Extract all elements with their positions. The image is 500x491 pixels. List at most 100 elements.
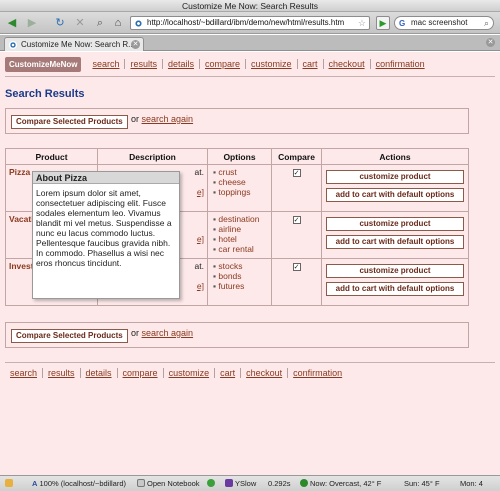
nav-divider [5, 76, 495, 77]
search-icon[interactable]: ⌕ [484, 17, 489, 29]
bottom-navigation: search results details compare customize… [5, 368, 347, 378]
popup-title: About Pizza [33, 172, 179, 184]
option-item: hotel [213, 234, 268, 244]
url-text: http://localhost/~bdillard/ibm/demo/new/… [147, 18, 345, 27]
tab-close-icon[interactable]: ✕ [131, 40, 140, 49]
nav-link-checkout[interactable]: checkout [322, 59, 370, 69]
about-product-popup: About Pizza Lorem ipsum dolor sit amet, … [32, 171, 180, 299]
nav-link-results[interactable]: results [42, 368, 80, 378]
brand-logo[interactable]: CustomizeMeNow [5, 56, 82, 72]
open-notebook[interactable]: Open Notebook [137, 476, 200, 491]
search-again-text: or search again [131, 328, 193, 338]
bookmark-star-icon[interactable]: ☆ [358, 17, 366, 29]
search-again-link-bottom[interactable]: search again [142, 328, 194, 338]
top-navigation: CustomizeMeNow search results details co… [5, 56, 430, 72]
url-input[interactable]: http://localhost/~bdillard/ibm/demo/new/… [130, 16, 370, 30]
nav-link-customize[interactable]: customize [162, 368, 215, 378]
nav-link-results[interactable]: results [124, 59, 162, 69]
home-icon[interactable]: ⌂ [110, 15, 126, 31]
weather-sun: Sun: 45° F [404, 479, 440, 488]
tab-favicon-icon [9, 41, 17, 49]
compare-bar-top: Compare Selected Products or search agai… [5, 108, 469, 134]
add-to-cart-button[interactable]: add to cart with default options [326, 188, 464, 202]
back-arrow-icon[interactable]: ◀ [4, 15, 20, 31]
yslow-icon [225, 479, 233, 487]
more-info-link[interactable]: e] [197, 187, 204, 197]
nav-link-search[interactable]: search [5, 368, 42, 378]
page-content: CustomizeMeNow search results details co… [0, 52, 500, 475]
load-time: 0.292s [268, 479, 291, 488]
compare-selected-button-bottom[interactable]: Compare Selected Products [11, 329, 128, 343]
close-tabs-icon[interactable]: ✕ [486, 38, 495, 47]
option-item: bonds [213, 271, 268, 281]
option-item: car rental [213, 244, 268, 254]
nav-link-confirmation[interactable]: confirmation [369, 59, 430, 69]
customize-product-button[interactable]: customize product [326, 264, 464, 278]
or-label: or [131, 328, 140, 338]
reload-icon[interactable]: ↻ [52, 15, 68, 31]
compare-checkbox[interactable]: ✓ [292, 169, 301, 177]
compare-selected-button-top[interactable]: Compare Selected Products [11, 115, 128, 129]
nav-link-compare[interactable]: compare [116, 368, 163, 378]
weather-mon: Mon: 4 [460, 479, 483, 488]
page-title: Search Results [5, 88, 85, 100]
customize-product-button[interactable]: customize product [326, 170, 464, 184]
yslow-label: YSlow [235, 479, 257, 488]
zoom-status-text: 100% (localhost/~bdillard) [39, 479, 127, 488]
compare-checkbox[interactable]: ✓ [292, 216, 301, 224]
search-engine-value: mac screenshot [411, 18, 468, 27]
nav-link-cart[interactable]: cart [214, 368, 240, 378]
zoom-status[interactable]: A 100% (localhost/~bdillard) [32, 476, 126, 491]
zoom-icon[interactable]: ⌕ [92, 15, 108, 31]
yslow-status[interactable]: YSlow [225, 476, 256, 491]
nav-link-details[interactable]: details [79, 368, 117, 378]
product-name[interactable]: Invest [9, 261, 34, 271]
option-item: destination [213, 214, 268, 224]
product-name[interactable]: Vacati [9, 214, 34, 224]
go-button[interactable]: ▶ [376, 16, 390, 30]
option-item: stocks [213, 261, 268, 271]
table-header-row: Product Description Options Compare Acti… [5, 148, 469, 165]
more-info-link[interactable]: e] [197, 234, 204, 244]
nav-link-confirmation[interactable]: confirmation [287, 368, 347, 378]
column-header-options: Options [207, 148, 272, 165]
nav-link-compare[interactable]: compare [199, 59, 245, 69]
search-again-link-top[interactable]: search again [142, 114, 194, 124]
add-to-cart-button[interactable]: add to cart with default options [326, 235, 464, 249]
add-to-cart-button[interactable]: add to cart with default options [326, 282, 464, 296]
check-icon [207, 476, 217, 491]
weather-icon [300, 479, 308, 487]
compare-checkbox[interactable]: ✓ [292, 263, 301, 271]
tab-label: Customize Me Now: Search R... [21, 40, 135, 49]
more-info-link[interactable]: e] [197, 281, 204, 291]
page-icon [5, 476, 15, 491]
customize-product-button[interactable]: customize product [326, 217, 464, 231]
popup-body: Lorem ipsum dolor sit amet, consectetuer… [36, 188, 172, 268]
search-again-text: or search again [131, 114, 193, 124]
option-item: futures [213, 281, 268, 291]
nav-link-checkout[interactable]: checkout [240, 368, 287, 378]
forward-arrow-icon[interactable]: ▶ [24, 15, 40, 31]
google-icon: G [399, 19, 406, 28]
nav-link-customize[interactable]: customize [245, 59, 297, 69]
notebook-label: Open Notebook [147, 479, 200, 488]
search-engine-input[interactable]: G mac screenshot ⌕ [394, 16, 494, 30]
tab-bar: Customize Me Now: Search R... ✕ ✕ [0, 35, 500, 51]
nav-link-search[interactable]: search [87, 59, 124, 69]
weather-now: Now: Overcast, 42° F [300, 476, 381, 491]
nav-link-details[interactable]: details [161, 59, 199, 69]
status-bar: A 100% (localhost/~bdillard) Open Notebo… [0, 475, 500, 491]
text-zoom-icon: A [32, 479, 38, 488]
column-header-compare: Compare [271, 148, 322, 165]
option-item: airline [213, 224, 268, 234]
tab-active[interactable]: Customize Me Now: Search R... ✕ [4, 37, 144, 51]
or-label: or [131, 114, 140, 124]
nav-link-cart[interactable]: cart [296, 59, 323, 69]
option-item: cheese [213, 177, 268, 187]
column-header-description: Description [97, 148, 208, 165]
product-name[interactable]: Pizza [9, 167, 30, 177]
notebook-icon [137, 479, 145, 487]
stop-icon[interactable]: ✕ [72, 15, 88, 31]
option-item: toppings [213, 187, 268, 197]
window-title-bar: Customize Me Now: Search Results [0, 0, 500, 12]
